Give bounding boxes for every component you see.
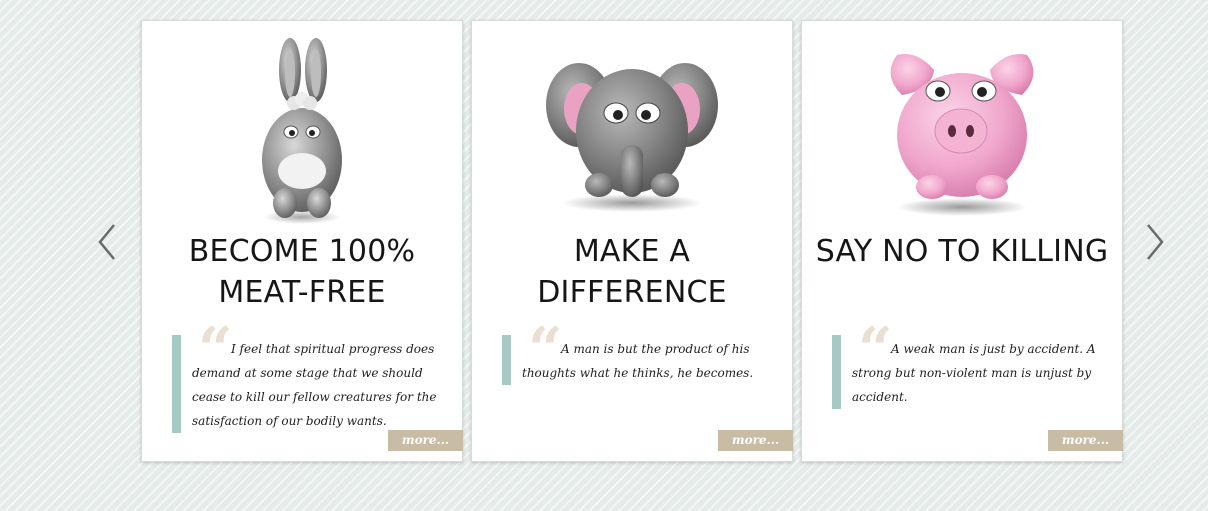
card-title: BECOME 100% MEAT-FREE <box>188 234 416 310</box>
more-button[interactable]: more... <box>1048 430 1123 451</box>
carousel-prev-button[interactable] <box>94 222 124 262</box>
elephant-image <box>472 35 792 225</box>
quote-block: “ I feel that spiritual progress does de… <box>172 320 454 433</box>
quote-block: “ A weak man is just by accident. A stro… <box>832 320 1114 409</box>
pig-icon <box>890 54 1034 216</box>
carousel-next-button[interactable] <box>1140 222 1170 262</box>
more-button[interactable]: more... <box>388 430 463 451</box>
more-button[interactable]: more... <box>718 430 793 451</box>
card-say-no-killing: SAY NO TO KILLING “ A weak man is just b… <box>801 20 1123 462</box>
chevron-left-icon <box>98 224 115 260</box>
quote-text: I feel that spiritual progress does dema… <box>192 342 437 428</box>
quote-block: “ A man is but the product of his though… <box>502 320 784 385</box>
card-title: MAKE A DIFFERENCE <box>537 234 727 310</box>
chevron-right-icon <box>1147 224 1164 260</box>
donkey-icon <box>262 38 342 224</box>
pig-image <box>802 35 1122 225</box>
elephant-icon <box>546 63 718 212</box>
quote-text: A weak man is just by accident. A strong… <box>852 342 1096 404</box>
card-title: SAY NO TO KILLING <box>815 234 1109 269</box>
card-meat-free: BECOME 100% MEAT-FREE “ I feel that spir… <box>141 20 463 462</box>
card-make-difference: MAKE A DIFFERENCE “ A man is but the pro… <box>471 20 793 462</box>
donkey-image <box>142 35 462 225</box>
quote-text: A man is but the product of his thoughts… <box>522 342 754 380</box>
